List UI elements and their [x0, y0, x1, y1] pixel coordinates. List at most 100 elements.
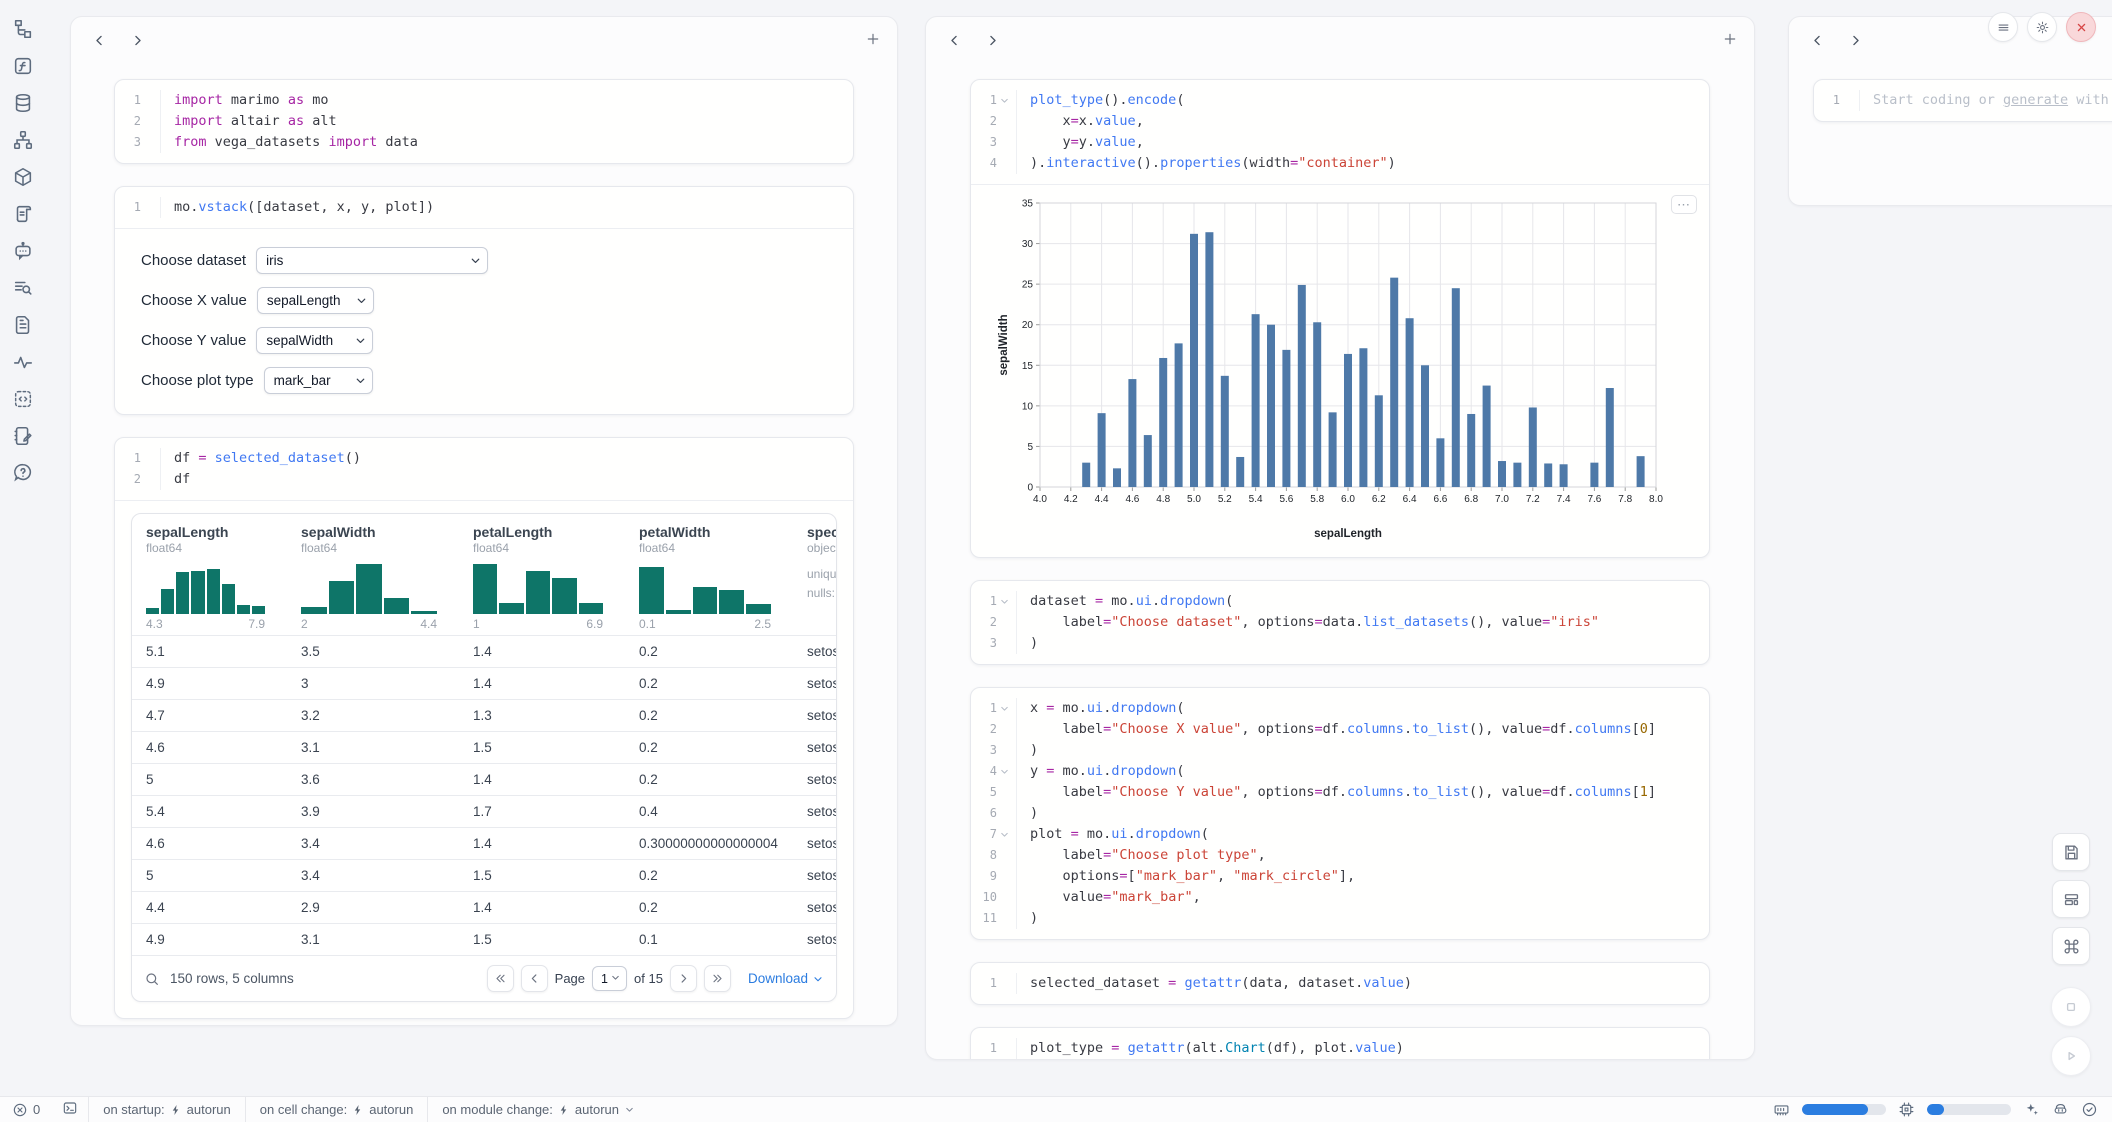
table-row[interactable]: 4.931.40.2setosa — [132, 667, 836, 699]
download-button[interactable]: Download — [748, 971, 824, 986]
fold-chevron-icon[interactable] — [999, 95, 1010, 106]
table-row[interactable]: 5.13.51.40.2setosa — [132, 635, 836, 667]
layout-button[interactable] — [2052, 880, 2090, 918]
first-page-button[interactable] — [487, 965, 514, 992]
last-page-button[interactable] — [704, 965, 731, 992]
table-cell: 5.4 — [132, 804, 287, 819]
next-page-button[interactable] — [670, 965, 697, 992]
dropdown-select[interactable]: sepalLength — [257, 287, 374, 314]
token: vega_datasets — [207, 134, 329, 150]
logs-icon[interactable] — [12, 277, 34, 299]
sparkles-icon[interactable] — [2023, 1101, 2040, 1118]
functions-icon[interactable] — [12, 55, 34, 77]
code-editor[interactable]: 1import marimo as mo2import altair as al… — [115, 80, 853, 163]
run-button[interactable] — [2051, 1036, 2091, 1076]
code-editor[interactable]: 1mo.vstack([dataset, x, y, plot]) — [115, 187, 853, 228]
table-row[interactable]: 4.93.11.50.1setosa — [132, 923, 836, 955]
code-editor[interactable]: 1plot_type().encode(2 x=x.value,3 y=y.va… — [971, 80, 1709, 184]
gear-circle-button[interactable] — [2027, 12, 2057, 42]
database-icon[interactable] — [12, 92, 34, 114]
command-icon — [2062, 937, 2081, 956]
ai-chat-icon[interactable] — [12, 240, 34, 262]
column-histogram[interactable] — [146, 564, 265, 614]
window-controls — [1988, 12, 2096, 42]
snippets-icon[interactable] — [12, 203, 34, 225]
panel-next-button[interactable] — [980, 28, 1004, 52]
chart-actions-button[interactable]: ⋯ — [1671, 195, 1697, 214]
package-icon[interactable] — [12, 166, 34, 188]
runtime-config-item[interactable]: on cell change:autorun — [245, 1097, 428, 1122]
panel-next-button[interactable] — [1843, 28, 1867, 52]
table-row[interactable]: 4.73.21.30.2setosa — [132, 699, 836, 731]
table-row[interactable]: 4.63.11.50.2setosa — [132, 731, 836, 763]
terminal-button[interactable] — [52, 1100, 88, 1119]
chevron-down-icon — [812, 973, 824, 985]
code-line: 6) — [971, 803, 1709, 824]
code-editor[interactable]: 1plot_type = getattr(alt.Chart(df), plot… — [971, 1028, 1709, 1060]
notes-icon[interactable] — [12, 425, 34, 447]
fold-chevron-icon[interactable] — [999, 829, 1010, 840]
stop-button[interactable] — [2051, 987, 2091, 1027]
table-row[interactable]: 5.43.91.70.4setosa — [132, 795, 836, 827]
code-editor[interactable]: 1Start coding or generate with AI — [1814, 80, 2112, 121]
table-row[interactable]: 53.41.50.2setosa — [132, 859, 836, 891]
code-text: value="mark_bar", — [1030, 887, 1201, 908]
panel-prev-button[interactable] — [1805, 28, 1829, 52]
table-column-header[interactable]: petalWidthfloat640.12.5 — [625, 514, 793, 635]
fold-spacer — [999, 913, 1010, 924]
table-row[interactable]: 4.63.41.40.30000000000000004setosa — [132, 827, 836, 859]
code-editor[interactable]: 1selected_dataset = getattr(data, datase… — [971, 963, 1709, 1004]
column-histogram[interactable] — [301, 564, 437, 614]
panel-prev-button[interactable] — [87, 28, 111, 52]
command-button[interactable] — [2052, 927, 2090, 965]
table-column-header[interactable]: sepalLengthfloat644.37.9 — [132, 514, 287, 635]
error-count-button[interactable]: 0 — [0, 1102, 52, 1118]
code-editor[interactable]: 1dataset = mo.ui.dropdown(2 label="Choos… — [971, 581, 1709, 664]
gutter: 3 — [971, 132, 1017, 153]
check-circle-icon[interactable] — [2081, 1101, 2098, 1118]
scratchpad-icon[interactable] — [12, 388, 34, 410]
tracing-icon[interactable] — [12, 351, 34, 373]
table-row[interactable]: 4.42.91.40.2setosa — [132, 891, 836, 923]
code-editor[interactable]: 1x = mo.ui.dropdown(2 label="Choose X va… — [971, 688, 1709, 939]
notebook-column-2: 1plot_type().encode(2 x=x.value,3 y=y.va… — [925, 16, 1755, 1060]
bar-4.3 — [1082, 463, 1090, 487]
table-column-header[interactable]: sepalWidthfloat6424.4 — [287, 514, 459, 635]
help-icon[interactable] — [12, 462, 34, 484]
close-circle-button[interactable] — [2066, 12, 2096, 42]
code-editor[interactable]: 1df = selected_dataset()2df — [115, 438, 853, 500]
runtime-config-item[interactable]: on startup:autorun — [88, 1097, 245, 1122]
panel-next-button[interactable] — [125, 28, 149, 52]
fold-chevron-icon[interactable] — [999, 703, 1010, 714]
dependency-graph-icon[interactable] — [12, 129, 34, 151]
dropdown-select[interactable]: iris — [256, 247, 488, 274]
line-number: 3 — [134, 132, 141, 153]
copilot-icon[interactable] — [2052, 1101, 2069, 1118]
file-tree-icon[interactable] — [12, 18, 34, 40]
search-icon[interactable] — [144, 971, 160, 987]
svg-text:5.4: 5.4 — [1249, 494, 1263, 505]
table-column-header[interactable]: speciesobjectunique:nulls: — [793, 514, 836, 635]
dropdown-select[interactable]: sepalWidth — [256, 327, 373, 354]
altair-bar-chart[interactable]: 4.04.24.44.64.85.05.25.45.65.86.06.26.46… — [994, 195, 1686, 543]
document-icon[interactable] — [12, 314, 34, 336]
add-cell-button[interactable] — [861, 28, 885, 52]
fold-chevron-icon[interactable] — [999, 766, 1010, 777]
save-button[interactable] — [2052, 833, 2090, 871]
svg-text:6.2: 6.2 — [1372, 494, 1386, 505]
code-text: plot_type = getattr(alt.Chart(df), plot.… — [1030, 1038, 1404, 1059]
fold-chevron-icon[interactable] — [999, 596, 1010, 607]
page-select[interactable]: 1 — [592, 966, 627, 991]
menu-circle-button[interactable] — [1988, 12, 2018, 42]
runtime-config-item[interactable]: on module change:autorun — [427, 1097, 649, 1122]
token: selected_dataset — [1030, 975, 1168, 991]
add-cell-button[interactable] — [1718, 28, 1742, 52]
dropdown-select[interactable]: mark_bar — [264, 367, 373, 394]
prev-page-button[interactable] — [521, 965, 548, 992]
table-column-header[interactable]: petalLengthfloat6416.9 — [459, 514, 625, 635]
column-histogram[interactable] — [473, 564, 603, 614]
column-histogram[interactable] — [639, 564, 771, 614]
panel-prev-button[interactable] — [942, 28, 966, 52]
table-row[interactable]: 53.61.40.2setosa — [132, 763, 836, 795]
svg-text:4.0: 4.0 — [1033, 494, 1047, 505]
